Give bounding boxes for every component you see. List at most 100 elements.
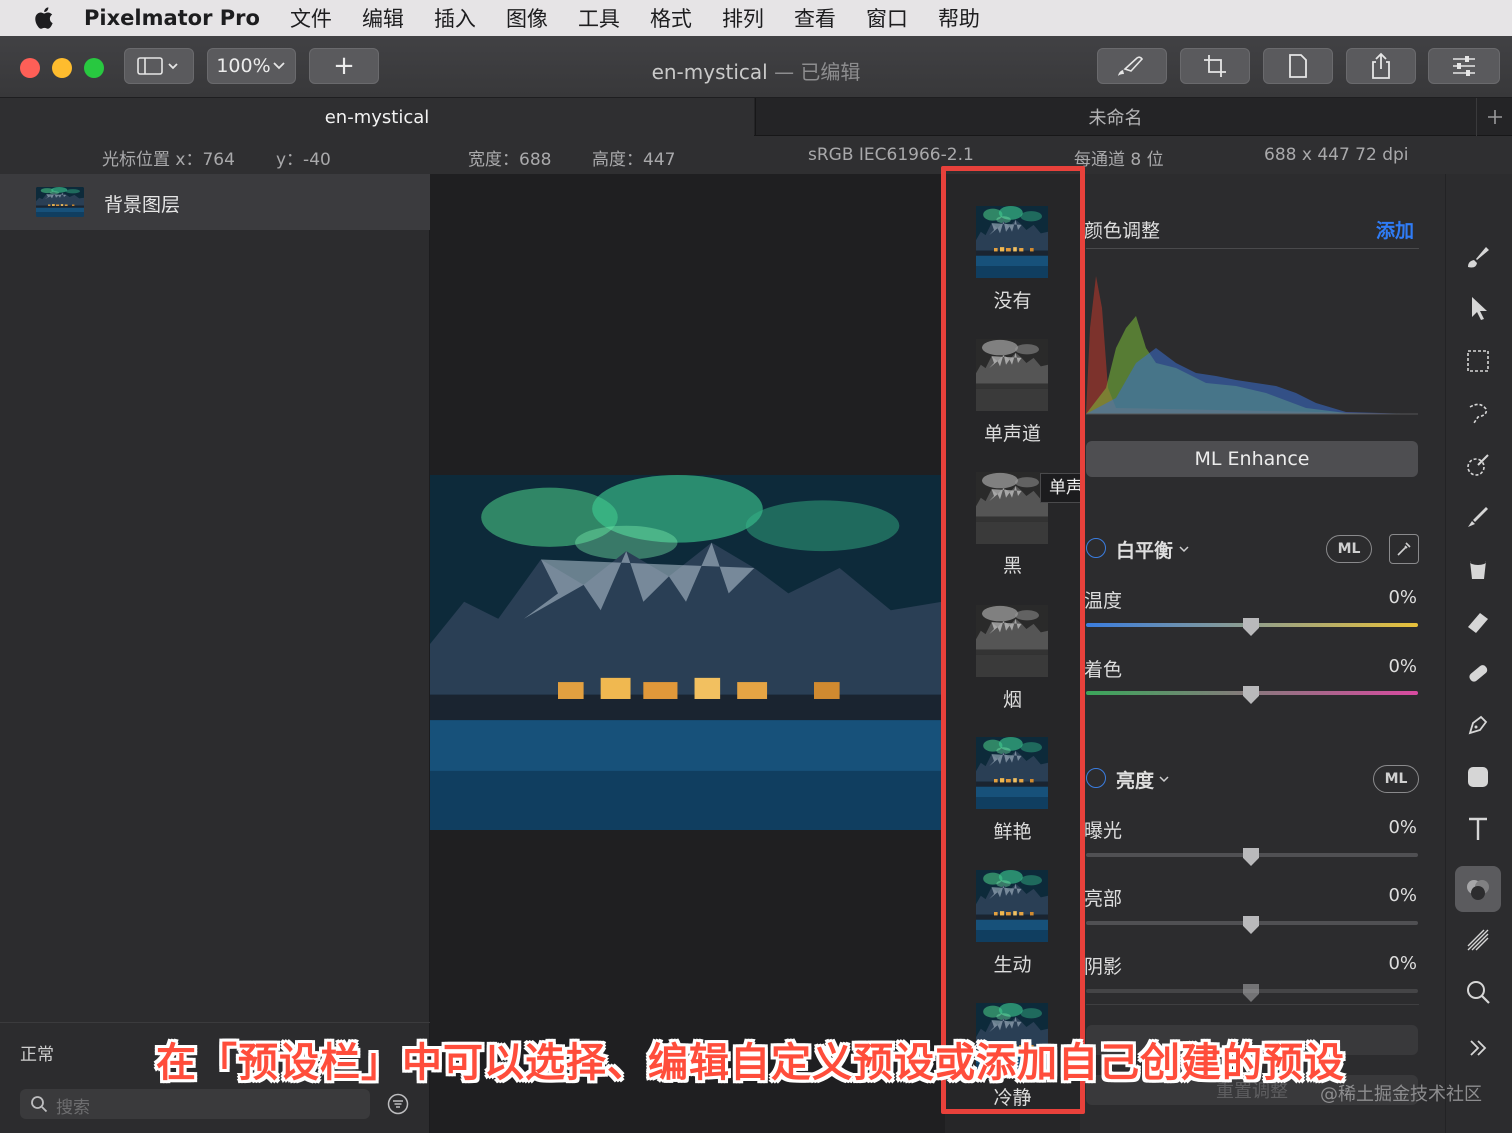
new-tab-button[interactable] [1476, 98, 1512, 136]
arrange-tool[interactable] [1458, 289, 1498, 329]
cursor-y: y：-40 [276, 150, 331, 170]
shape-icon [1468, 767, 1488, 787]
ml-enhance-button[interactable]: ML Enhance [1086, 441, 1418, 477]
paint-tool[interactable] [1458, 497, 1498, 537]
menu-window[interactable]: 窗口 [866, 3, 908, 33]
brush-icon [1468, 507, 1488, 527]
retouch-tool[interactable] [1458, 653, 1498, 693]
menu-insert[interactable]: 插入 [434, 3, 476, 33]
image-size: 688 x 447 72 dpi [1264, 145, 1409, 165]
menu-image[interactable]: 图像 [506, 3, 548, 33]
app-menu[interactable]: Pixelmator Pro [84, 6, 260, 30]
temperature-value: 0% [1388, 587, 1417, 608]
pen-tool[interactable] [1458, 705, 1498, 745]
preset-thumbnail-none[interactable] [976, 206, 1048, 278]
menu-format[interactable]: 格式 [650, 3, 692, 33]
type-tool[interactable] [1458, 809, 1498, 849]
share-icon [1372, 52, 1390, 79]
menu-edit[interactable]: 编辑 [362, 3, 404, 33]
preset-thumbnail-smoke[interactable] [976, 605, 1048, 677]
image-width: 宽度：688 [468, 150, 552, 170]
menu-help[interactable]: 帮助 [938, 3, 980, 33]
style-tool[interactable] [1458, 237, 1498, 277]
search-icon [31, 1096, 48, 1113]
exposure-label: 曝光 [1084, 820, 1123, 842]
sidebar-toggle-button[interactable] [124, 48, 194, 84]
canvas-image[interactable] [430, 475, 942, 830]
chevron-down-icon[interactable] [1178, 544, 1190, 554]
menu-arrange[interactable]: 排列 [722, 3, 764, 33]
highlights-value: 0% [1388, 885, 1417, 906]
color-selection-tool[interactable] [1458, 445, 1498, 485]
image-height: 高度：447 [592, 150, 676, 170]
tint-value: 0% [1388, 656, 1417, 677]
preset-label-vibrant[interactable]: 鲜艳 [945, 817, 1080, 844]
erase-tool[interactable] [1458, 601, 1498, 641]
preset-label-none[interactable]: 没有 [945, 286, 1080, 313]
shadows-label: 阴影 [1084, 956, 1123, 978]
white-balance-title[interactable]: 白平衡 [1116, 536, 1173, 563]
style-tool-button[interactable] [1097, 48, 1167, 84]
lightness-toggle[interactable] [1086, 768, 1106, 788]
sliders-icon [1453, 56, 1475, 76]
shapes-tool[interactable] [1458, 757, 1498, 797]
apple-icon[interactable] [32, 5, 58, 31]
share-button[interactable] [1346, 48, 1416, 84]
chevron-double-right-icon [1470, 1040, 1487, 1056]
selection-tool[interactable] [1458, 341, 1498, 381]
zoom-window-button[interactable] [84, 58, 104, 78]
crop-icon [1204, 55, 1226, 77]
lightness-title[interactable]: 亮度 [1116, 766, 1154, 793]
menu-view[interactable]: 查看 [794, 3, 836, 33]
preset-thumbnail-vibrant[interactable] [976, 737, 1048, 809]
menu-file[interactable]: 文件 [290, 3, 332, 33]
more-tools-button[interactable] [1458, 1028, 1498, 1068]
layer-name: 背景图层 [104, 194, 181, 216]
tab-untitled[interactable]: 未命名 [755, 98, 1475, 136]
bandage-icon [1469, 665, 1488, 682]
chevron-down-icon[interactable] [1158, 774, 1170, 784]
preset-label-vivid[interactable]: 生动 [945, 950, 1080, 977]
color-adjust-tool-active[interactable] [1455, 866, 1501, 912]
search-placeholder: 搜索 [56, 1098, 90, 1118]
white-balance-toggle[interactable] [1086, 538, 1106, 558]
preset-label-smoke[interactable]: 烟 [945, 685, 1080, 712]
preset-thumbnail-black[interactable] [976, 472, 1048, 544]
pen-icon [1468, 715, 1488, 735]
eyedropper-button[interactable] [1389, 534, 1419, 564]
magnifier-icon [1467, 981, 1490, 1004]
blend-mode-popup[interactable]: 正常 [20, 1040, 54, 1065]
zoom-popup[interactable]: 100% [207, 48, 296, 84]
effects-tool[interactable] [1458, 920, 1498, 960]
layer-search-input[interactable]: 搜索 [20, 1089, 370, 1119]
eraser-icon [1468, 613, 1488, 633]
minimize-window-button[interactable] [52, 58, 72, 78]
format-button[interactable] [1263, 48, 1333, 84]
ml-lightness-button[interactable]: ML [1373, 765, 1419, 793]
color-profile: sRGB IEC61966-2.1 [808, 145, 974, 165]
fill-tool[interactable] [1458, 549, 1498, 589]
menu-tools[interactable]: 工具 [578, 3, 620, 33]
crop-button[interactable] [1180, 48, 1250, 84]
preset-label-black[interactable]: 黑 [945, 551, 1080, 578]
preset-thumbnail-vivid[interactable] [976, 870, 1048, 942]
preset-label-mono[interactable]: 单声道 [945, 419, 1080, 446]
brush-icon [1118, 56, 1144, 76]
magic-selection-icon [1467, 454, 1489, 476]
highlights-label: 亮部 [1084, 888, 1123, 910]
pointer-icon [1472, 297, 1487, 320]
paint-bucket-icon [1470, 559, 1486, 579]
close-window-button[interactable] [20, 58, 40, 78]
adjustments-button[interactable] [1428, 48, 1500, 84]
tab-label: en-mystical [324, 106, 430, 128]
filter-icon[interactable] [387, 1093, 409, 1115]
quick-selection-tool[interactable] [1458, 393, 1498, 433]
tab-en-mystical[interactable]: en-mystical [0, 98, 754, 136]
zoom-tool[interactable] [1458, 972, 1498, 1012]
add-button[interactable]: + [309, 48, 379, 84]
add-adjustment-button[interactable]: 添加 [1376, 216, 1414, 243]
preset-thumbnail-mono[interactable] [976, 339, 1048, 411]
adjustments-title: 颜色调整 [1084, 220, 1161, 242]
tab-label: 未命名 [1088, 108, 1143, 129]
ml-white-balance-button[interactable]: ML [1326, 535, 1372, 563]
